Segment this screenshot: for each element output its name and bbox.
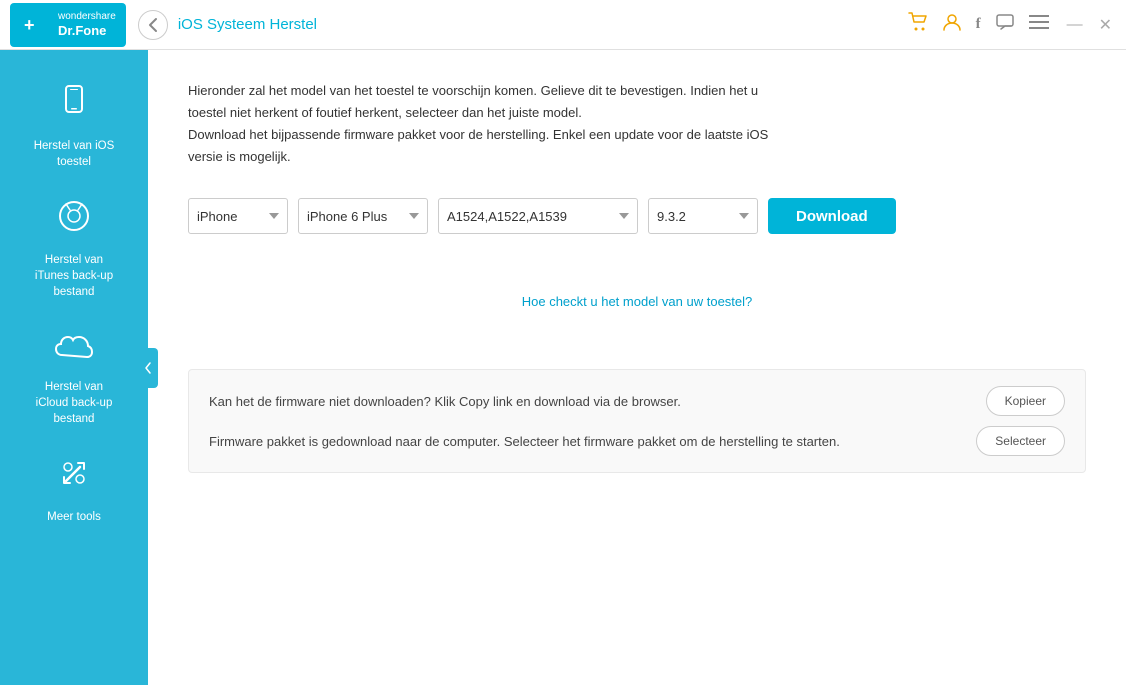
device-type-select[interactable]: iPhone iPad iPod xyxy=(188,198,288,234)
facebook-icon[interactable]: f xyxy=(976,16,981,33)
app-logo: + wondershare Dr.Fone xyxy=(10,3,126,47)
sidebar-label-icloud-restore: Herstel vaniCloud back-upbestand xyxy=(36,379,113,427)
titlebar: + wondershare Dr.Fone iOS Systeem Herste… xyxy=(0,0,1126,50)
description-line4: versie is mogelijk. xyxy=(188,146,1086,168)
firmware-version-select[interactable]: 9.3.2 9.3.1 9.3 9.2.1 9.2 xyxy=(648,198,758,234)
icloud-icon xyxy=(54,328,94,373)
page-title: iOS Systeem Herstel xyxy=(178,16,908,33)
chat-icon[interactable] xyxy=(995,12,1015,37)
sidebar-label-itunes-restore: Herstel vaniTunes back-upbestand xyxy=(35,252,113,300)
description-line2: toestel niet herkent of foutief herkent,… xyxy=(188,102,1086,124)
sidebar: Herstel van iOStoestel Herstel vaniTunes… xyxy=(0,50,148,685)
firmware-select-text: Firmware pakket is gedownload naar de co… xyxy=(209,434,976,449)
download-button[interactable]: Download xyxy=(768,198,896,234)
ios-restore-icon xyxy=(56,84,92,132)
svg-text:+: + xyxy=(24,15,35,35)
close-button[interactable]: ✕ xyxy=(1095,13,1116,37)
header-actions: f xyxy=(908,12,1049,37)
content-area: Hieronder zal het model van het toestel … xyxy=(148,50,1126,685)
back-button[interactable] xyxy=(138,10,168,40)
description-line1: Hieronder zal het model van het toestel … xyxy=(188,80,1086,102)
firmware-row-select: Firmware pakket is gedownload naar de co… xyxy=(209,426,1065,456)
copy-link-button[interactable]: Kopieer xyxy=(986,386,1065,416)
window-controls: — ✕ xyxy=(1063,13,1116,37)
firmware-cant-download-text: Kan het de firmware niet downloaden? Kli… xyxy=(209,394,986,409)
description-box: Hieronder zal het model van het toestel … xyxy=(188,80,1086,168)
menu-icon[interactable] xyxy=(1029,14,1049,35)
logo-sub: wondershare xyxy=(58,11,116,23)
main-layout: Herstel van iOStoestel Herstel vaniTunes… xyxy=(0,50,1126,685)
sidebar-item-ios-restore[interactable]: Herstel van iOStoestel xyxy=(0,70,148,184)
sidebar-collapse-button[interactable] xyxy=(138,348,158,388)
minimize-button[interactable]: — xyxy=(1063,14,1087,36)
itunes-icon xyxy=(56,198,92,246)
sidebar-label-more-tools: Meer tools xyxy=(47,509,101,525)
firmware-row-copy: Kan het de firmware niet downloaden? Kli… xyxy=(209,386,1065,416)
sidebar-label-ios-restore: Herstel van iOStoestel xyxy=(34,138,115,170)
firmware-info-box: Kan het de firmware niet downloaden? Kli… xyxy=(188,369,1086,473)
tools-icon xyxy=(56,455,92,503)
cart-icon[interactable] xyxy=(908,12,928,37)
sidebar-item-icloud-restore[interactable]: Herstel vaniCloud back-upbestand xyxy=(0,314,148,441)
logo-brand: Dr.Fone xyxy=(58,23,116,39)
device-model-select[interactable]: iPhone 6 Plus iPhone 6 iPhone 5s iPhone … xyxy=(298,198,428,234)
device-variant-select[interactable]: A1524,A1522,A1539 A1549,A1586,A1589 xyxy=(438,198,638,234)
user-icon[interactable] xyxy=(942,12,962,37)
select-firmware-button[interactable]: Selecteer xyxy=(976,426,1065,456)
sidebar-item-itunes-restore[interactable]: Herstel vaniTunes back-upbestand xyxy=(0,184,148,314)
sidebar-item-more-tools[interactable]: Meer tools xyxy=(0,441,148,539)
description-line3: Download het bijpassende firmware pakket… xyxy=(188,124,1086,146)
device-controls-row: iPhone iPad iPod iPhone 6 Plus iPhone 6 … xyxy=(188,198,1086,234)
check-model-link[interactable]: Hoe checkt u het model van uw toestel? xyxy=(188,294,1086,309)
